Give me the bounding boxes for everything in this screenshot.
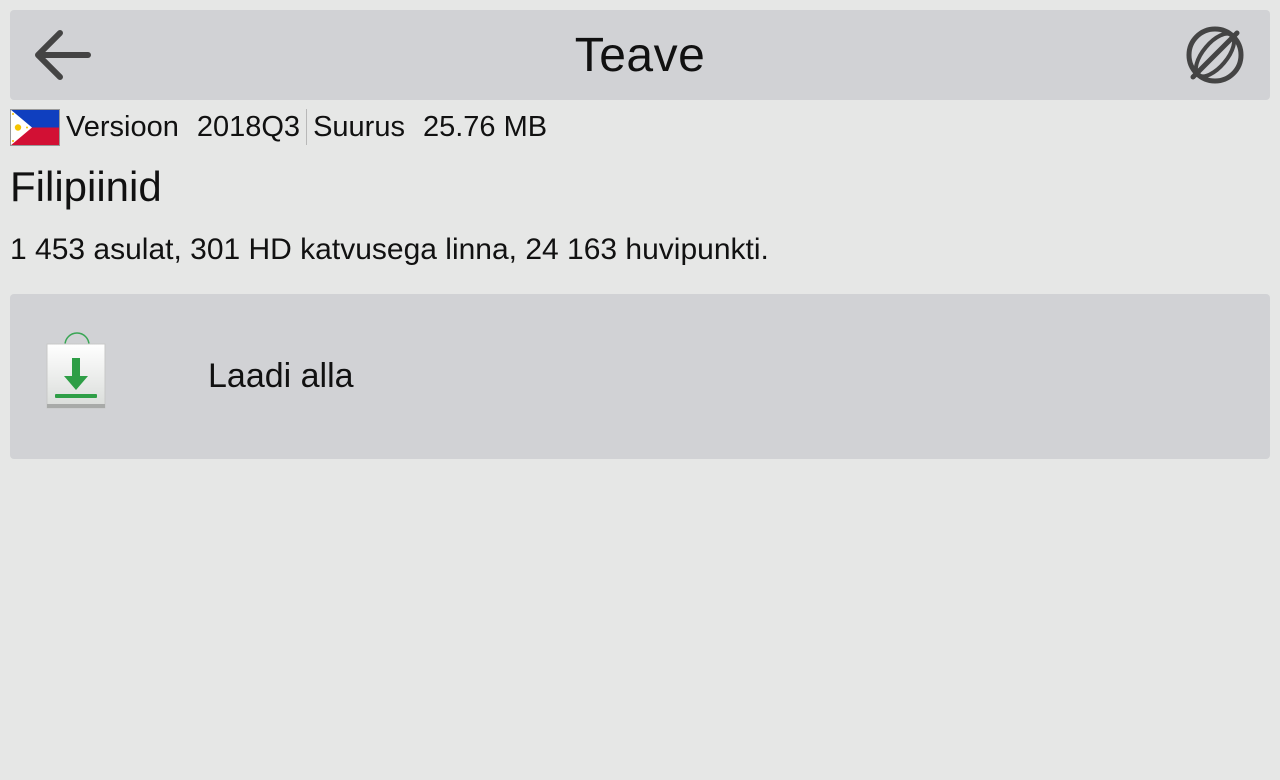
globe-crossed-icon — [1186, 26, 1244, 84]
download-button[interactable]: Laadi alla — [10, 294, 1270, 459]
map-stats: 1 453 asulat, 301 HD katvusega linna, 24… — [10, 233, 769, 266]
info-divider — [306, 109, 308, 145]
globe-button[interactable] — [1184, 24, 1246, 86]
download-label: Laadi alla — [208, 357, 354, 395]
country-name: Filipiinid — [10, 163, 162, 210]
download-bag-icon — [46, 332, 106, 409]
size-value: 25.76 MB — [422, 110, 548, 143]
version-label: Versioon — [66, 110, 179, 143]
philippines-flag — [10, 108, 60, 146]
header-bar: Teave — [10, 10, 1270, 100]
version-value: 2018Q3 — [196, 110, 301, 143]
map-info-row: Versioon 2018Q3 Suurus 25.76 MB — [10, 108, 547, 146]
page-title: Teave — [574, 29, 706, 82]
size-label: Suurus — [313, 110, 405, 143]
